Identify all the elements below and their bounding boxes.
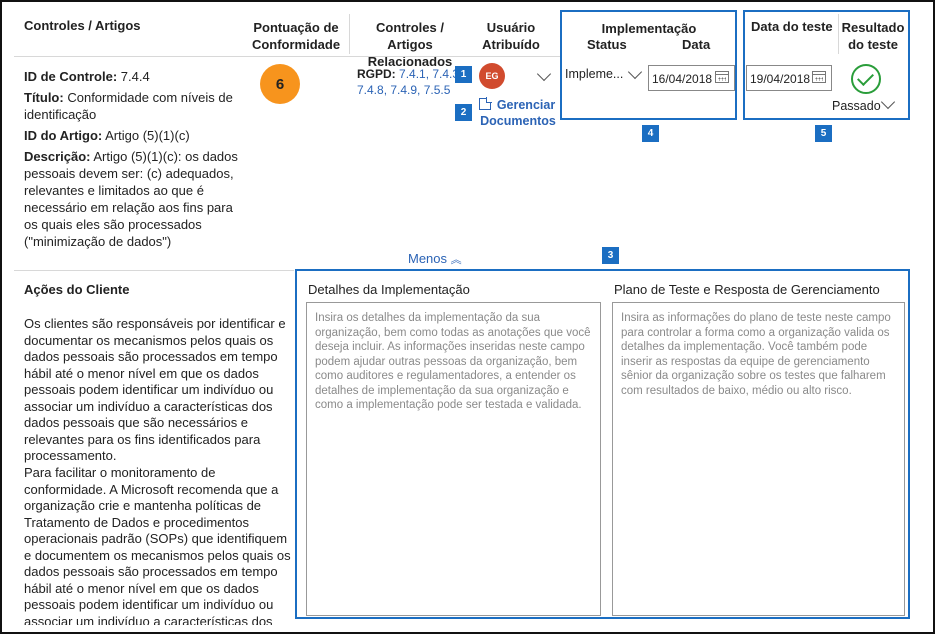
manage-docs-line2: Documentos [480,114,556,128]
article-id-value: Artigo (5)(1)(c) [105,128,190,143]
related-label: RGPD: [357,67,396,81]
implementation-status-select[interactable]: Impleme... [565,67,623,81]
description-value: Artigo (5)(1)(c): os dados pessoais deve… [24,149,238,249]
impl-details-title: Detalhes da Implementação [308,282,470,297]
test-result-select[interactable]: Passado [832,99,881,113]
manage-docs-line1: Gerenciar [496,98,556,112]
manage-documents-link[interactable]: Gerenciar Documentos [478,97,558,129]
callout-1: 1 [455,66,472,83]
header-score: Pontuação de Conformidade [251,20,341,52]
avatar[interactable]: EG [479,63,505,89]
calendar-icon[interactable] [715,71,729,83]
less-toggle[interactable]: Menos ︽ [408,251,462,267]
header-controls: Controles / Artigos [24,18,141,33]
related-links-line1[interactable]: 7.4.1, 7.4.3 [399,67,459,81]
customer-actions-title: Ações do Cliente [24,282,130,297]
less-label: Menos [408,251,448,266]
description-label: Descrição: [24,149,91,164]
control-info: ID de Controle: 7.4.4 Título: Conformida… [24,68,239,250]
customer-actions-para2: Para facilitar o monitoramento de confor… [24,465,291,625]
test-plan-textarea[interactable]: Insira as informações do plano de teste … [612,302,905,616]
header-divider [14,56,560,57]
callout-5: 5 [815,125,832,142]
callout-4: 4 [642,125,659,142]
double-chevron-up-icon: ︽ [450,254,462,266]
test-plan-title: Plano de Teste e Resposta de Gerenciamen… [614,282,880,297]
header-user: Usuário Atribuído [482,20,540,52]
title-label: Título: [24,90,64,105]
section-divider [14,270,294,271]
related-links-line2[interactable]: 7.4.8, 7.4.9, 7.5.5 [357,83,450,97]
control-id-value: 7.4.4 [120,69,150,84]
header-related: Controles / Artigos Relacionados [367,20,453,69]
article-id-label: ID do Artigo: [24,128,103,143]
implementation-date-value: 16/04/2018 [652,72,713,86]
callout-2: 2 [455,104,472,121]
callout-3: 3 [602,247,619,264]
control-id-label: ID de Controle: [24,69,118,84]
test-date-value: 19/04/2018 [750,72,811,86]
test-calendar-icon[interactable] [812,71,826,83]
customer-actions-para1: Os clientes são responsáveis por identif… [24,316,286,463]
compliance-score-badge: 6 [260,64,300,104]
impl-details-textarea[interactable]: Insira os detalhes da implementação da s… [306,302,601,616]
pass-check-icon [851,64,881,94]
